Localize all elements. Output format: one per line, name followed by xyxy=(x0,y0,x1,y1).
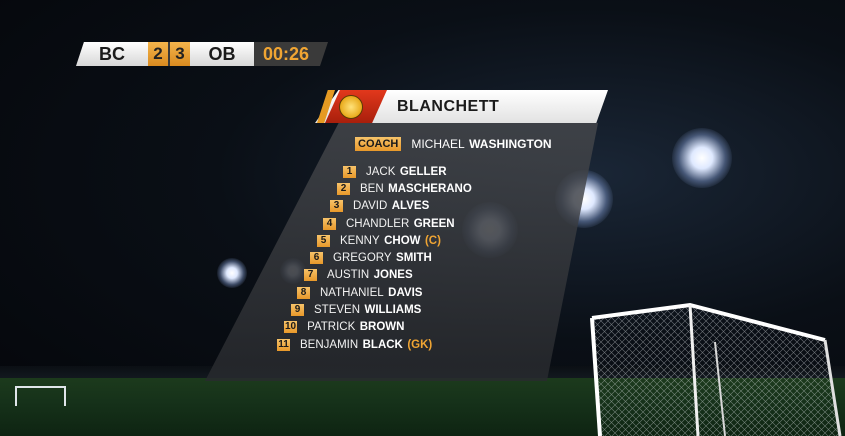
lineup-header: BLANCHETT xyxy=(315,90,608,123)
player-last-name: CHOW xyxy=(384,235,421,247)
player-row: 4 CHANDLER GREEN xyxy=(323,217,455,231)
player-row: 7 AUSTIN JONES xyxy=(304,268,413,282)
player-first-name: BENJAMIN xyxy=(300,339,359,351)
player-row: 3 DAVID ALVES xyxy=(330,199,429,213)
player-number: 1 xyxy=(343,166,356,178)
player-row: 10 PATRICK BROWN xyxy=(284,320,404,334)
player-last-name: GELLER xyxy=(399,166,447,178)
coach-last-name: WASHINGTON xyxy=(469,136,552,151)
player-last-name: MASCHERANO xyxy=(388,183,472,195)
player-last-name: DAVIS xyxy=(388,287,423,299)
coach-first-name: MICHAEL xyxy=(411,136,465,151)
team-crest-icon xyxy=(339,95,363,119)
player-first-name: KENNY xyxy=(340,235,380,247)
coach-row: COACH MICHAEL WASHINGTON xyxy=(355,135,552,151)
player-row: 9 STEVEN WILLIAMS xyxy=(291,303,421,317)
player-number: 3 xyxy=(330,200,343,212)
player-last-name: ALVES xyxy=(391,200,430,212)
player-row: 6 GREGORY SMITH xyxy=(310,251,432,265)
player-number: 4 xyxy=(323,218,336,230)
player-first-name: PATRICK xyxy=(307,321,356,333)
team-name: BLANCHETT xyxy=(397,98,500,115)
player-last-name: GREEN xyxy=(413,218,455,230)
player-last-name: BROWN xyxy=(359,321,405,333)
goalkeeper-badge: (GK) xyxy=(407,339,433,351)
player-number: 11 xyxy=(277,339,290,351)
lineup-panel: BLANCHETT COACH MICHAEL WASHINGTON 1 JACK … xyxy=(0,0,845,436)
player-row: 1 JACK GELLER xyxy=(343,165,447,179)
player-first-name: GREGORY xyxy=(333,252,392,264)
player-first-name: STEVEN xyxy=(314,304,361,316)
player-first-name: NATHANIEL xyxy=(320,287,384,299)
player-number: 5 xyxy=(317,235,330,247)
player-number: 9 xyxy=(291,304,304,316)
player-number: 6 xyxy=(310,252,323,264)
coach-label: COACH xyxy=(355,136,402,151)
player-last-name: SMITH xyxy=(396,252,432,264)
player-row: 2 BEN MASCHERANO xyxy=(337,182,472,196)
player-number: 8 xyxy=(297,287,310,299)
player-last-name: BLACK xyxy=(362,339,403,351)
player-last-name: JONES xyxy=(373,269,413,281)
player-row: 8 NATHANIEL DAVIS xyxy=(297,286,422,300)
player-first-name: DAVID xyxy=(353,200,388,212)
player-number: 7 xyxy=(304,269,317,281)
player-first-name: CHANDLER xyxy=(346,218,410,230)
player-first-name: AUSTIN xyxy=(327,269,370,281)
player-first-name: BEN xyxy=(360,183,384,195)
captain-badge: (C) xyxy=(424,235,441,247)
player-row: 11 BENJAMIN BLACK (GK) xyxy=(277,338,432,352)
player-row: 5 KENNY CHOW (C) xyxy=(317,234,441,248)
player-number: 10 xyxy=(284,321,298,333)
player-number: 2 xyxy=(337,183,350,195)
player-last-name: WILLIAMS xyxy=(364,304,422,316)
player-first-name: JACK xyxy=(366,166,396,178)
